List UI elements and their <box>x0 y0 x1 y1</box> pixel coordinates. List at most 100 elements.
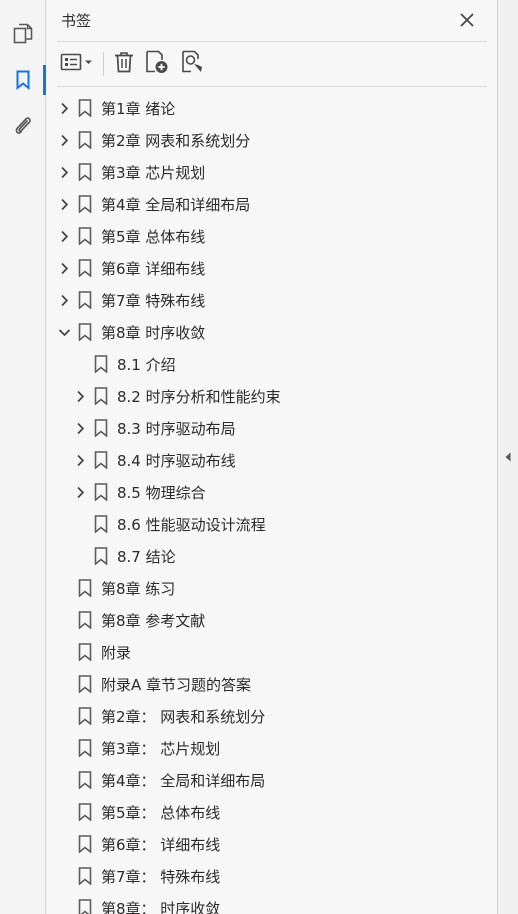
chevron-right-icon[interactable] <box>57 293 71 307</box>
bookmark-label: 第3章 芯片规划 <box>101 164 206 182</box>
bookmark-icon <box>78 675 92 694</box>
bookmark-item[interactable]: 8.3 时序驱动布局 <box>47 412 477 444</box>
delete-icon <box>114 51 134 77</box>
bookmark-label: 第2章： 网表和系统划分 <box>101 708 266 726</box>
close-panel-button[interactable] <box>455 9 479 33</box>
bookmarks-panel-button[interactable] <box>0 64 46 96</box>
bookmarks-toolbar <box>47 44 497 84</box>
bookmark-label: 8.4 时序驱动布线 <box>117 452 236 470</box>
bookmark-item[interactable]: 第5章： 总体布线 <box>47 796 477 828</box>
bookmark-icon <box>94 547 108 566</box>
bookmark-label: 附录A 章节习题的答案 <box>101 676 252 694</box>
bookmark-item[interactable]: 第3章： 芯片规划 <box>47 732 477 764</box>
panel-title: 书签 <box>61 12 92 30</box>
chevron-right-icon[interactable] <box>57 165 71 179</box>
bookmark-label: 附录 <box>101 644 132 662</box>
bookmark-icon <box>78 323 92 342</box>
bookmark-item[interactable]: 第7章： 特殊布线 <box>47 860 477 892</box>
bookmark-icon <box>78 163 92 182</box>
bookmark-icon <box>78 291 92 310</box>
bookmark-item[interactable]: 第8章 参考文献 <box>47 604 477 636</box>
bookmark-item[interactable]: 8.5 物理综合 <box>47 476 477 508</box>
bookmark-item[interactable]: 第8章 练习 <box>47 572 477 604</box>
bookmark-icon <box>78 739 92 758</box>
find-bookmark-button[interactable] <box>179 50 207 78</box>
pages-icon <box>13 23 33 45</box>
chevron-right-icon[interactable] <box>73 389 87 403</box>
bookmark-item[interactable]: 第5章 总体布线 <box>47 220 477 252</box>
options-menu-icon <box>60 52 96 76</box>
bookmark-label: 第5章 总体布线 <box>101 228 206 246</box>
bookmark-icon <box>94 355 108 374</box>
bookmark-label: 第7章 特殊布线 <box>101 292 206 310</box>
bookmark-icon <box>78 99 92 118</box>
bookmark-item[interactable]: 第4章： 全局和详细布局 <box>47 764 477 796</box>
bookmark-item[interactable]: 第4章 全局和详细布局 <box>47 188 477 220</box>
new-bookmark-icon <box>145 50 169 78</box>
bookmark-label: 8.1 介绍 <box>117 356 176 374</box>
bookmark-item[interactable]: 附录 <box>47 636 477 668</box>
bookmark-icon <box>94 451 108 470</box>
find-bookmark-icon <box>181 50 205 78</box>
active-tab-indicator <box>43 65 46 95</box>
bookmark-label: 第4章： 全局和详细布局 <box>101 772 266 790</box>
new-bookmark-button[interactable] <box>143 50 171 78</box>
bookmark-item[interactable]: 8.4 时序驱动布线 <box>47 444 477 476</box>
bookmark-item[interactable]: 第6章： 详细布线 <box>47 828 477 860</box>
bookmark-label: 第8章 时序收敛 <box>101 324 206 342</box>
bookmark-item[interactable]: 第7章 特殊布线 <box>47 284 477 316</box>
bookmark-icon <box>94 515 108 534</box>
bookmark-item[interactable]: 第3章 芯片规划 <box>47 156 477 188</box>
bookmark-item[interactable]: 附录A 章节习题的答案 <box>47 668 477 700</box>
bookmark-icon <box>78 835 92 854</box>
collapse-panel-button[interactable] <box>503 448 513 464</box>
bookmark-icon <box>78 195 92 214</box>
bookmark-item[interactable]: 8.2 时序分析和性能约束 <box>47 380 477 412</box>
chevron-right-icon[interactable] <box>73 453 87 467</box>
bookmark-icon <box>78 227 92 246</box>
bookmark-icon <box>78 611 92 630</box>
bookmark-item[interactable]: 8.7 结论 <box>47 540 477 572</box>
close-icon <box>460 12 474 31</box>
page-thumbnails-button[interactable] <box>0 18 46 50</box>
bookmark-item[interactable]: 8.6 性能驱动设计流程 <box>47 508 477 540</box>
chevron-right-icon[interactable] <box>57 197 71 211</box>
triangle-left-icon <box>505 447 511 466</box>
chevron-right-icon[interactable] <box>73 485 87 499</box>
chevron-down-icon[interactable] <box>57 325 71 339</box>
bookmark-icon <box>94 387 108 406</box>
delete-bookmark-button[interactable] <box>111 50 137 78</box>
attachments-button[interactable] <box>0 110 46 142</box>
chevron-right-icon[interactable] <box>57 229 71 243</box>
left-navigation-rail <box>0 0 46 914</box>
chevron-right-icon[interactable] <box>73 421 87 435</box>
bookmark-icon <box>78 899 92 914</box>
bookmark-icon <box>78 867 92 886</box>
bookmark-label: 第8章： 时序收敛 <box>101 900 221 914</box>
bookmark-icon <box>78 131 92 150</box>
bookmark-label: 第8章 参考文献 <box>101 612 206 630</box>
bookmark-label: 8.3 时序驱动布局 <box>117 420 236 438</box>
bookmark-item[interactable]: 第2章 网表和系统划分 <box>47 124 477 156</box>
toolbar-divider <box>57 86 487 87</box>
bookmark-label: 8.7 结论 <box>117 548 176 566</box>
bookmark-label: 第2章 网表和系统划分 <box>101 132 251 150</box>
chevron-right-icon[interactable] <box>57 101 71 115</box>
bookmark-item[interactable]: 第1章 绪论 <box>47 92 477 124</box>
bookmark-item[interactable]: 第6章 详细布线 <box>47 252 477 284</box>
paperclip-icon <box>13 115 33 137</box>
bookmark-item[interactable]: 8.1 介绍 <box>47 348 477 380</box>
chevron-right-icon[interactable] <box>57 133 71 147</box>
bookmark-item[interactable]: 第8章： 时序收敛 <box>47 892 477 914</box>
bookmark-item[interactable]: 第2章： 网表和系统划分 <box>47 700 477 732</box>
bookmarks-panel: 书签 第1章 绪论 第2章 网表和系统划分 第3章 芯片规划 第4章 全局和详细… <box>47 0 497 914</box>
bookmark-icon <box>78 643 92 662</box>
bookmark-item[interactable]: 第8章 时序收敛 <box>47 316 477 348</box>
bookmark-icon <box>78 259 92 278</box>
chevron-right-icon[interactable] <box>57 261 71 275</box>
options-menu-button[interactable] <box>59 50 97 78</box>
panel-collapse-strip[interactable] <box>497 0 518 914</box>
bookmark-icon <box>78 803 92 822</box>
bookmark-label: 8.5 物理综合 <box>117 484 206 502</box>
bookmark-icon <box>94 483 108 502</box>
